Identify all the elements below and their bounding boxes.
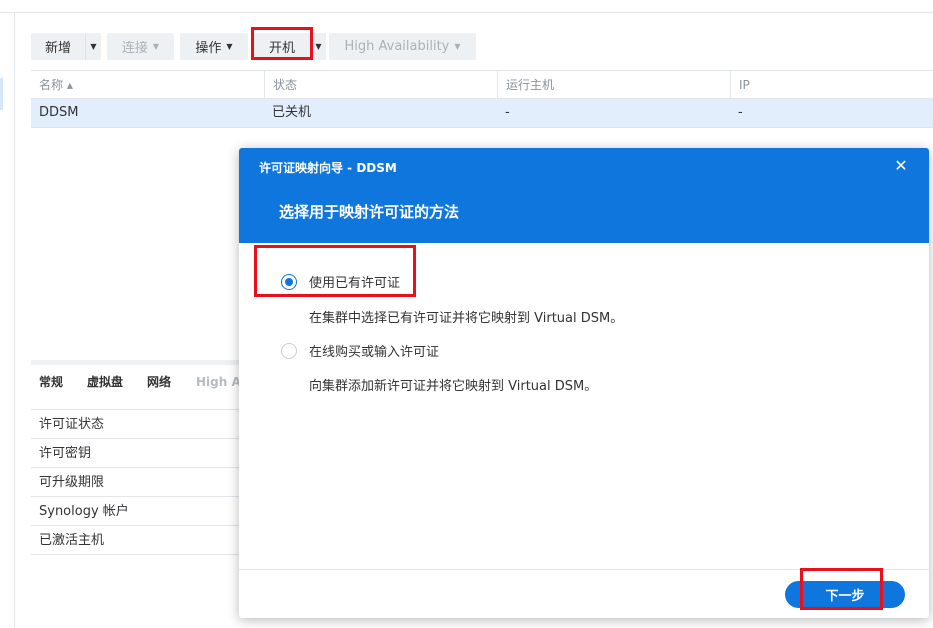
dialog-subtitle: 选择用于映射许可证的方法 — [279, 203, 460, 221]
column-header-status[interactable]: 状态 — [264, 71, 497, 99]
vm-host-cell: - — [505, 105, 510, 120]
dialog-title: 许可证映射向导 - DDSM — [259, 161, 397, 175]
tab-virtual-disk[interactable]: 虚拟盘 — [87, 366, 123, 398]
option-description: 在集群中选择已有许可证并将它映射到 Virtual DSM。 — [309, 311, 624, 326]
vm-grid-header: 名称 ▴ 状态 运行主机 IP — [31, 70, 933, 99]
detail-row-activated-host: 已激活主机 — [31, 525, 241, 554]
detail-row-license-status: 许可证状态 — [31, 409, 241, 438]
caret-down-icon: ▼ — [90, 42, 97, 51]
connect-button-label: 连接 — [121, 41, 148, 56]
action-button[interactable]: 操作 ▼ — [180, 33, 248, 60]
caret-down-icon: ▼ — [315, 42, 322, 51]
close-icon[interactable]: ✕ — [891, 156, 911, 176]
detail-tabs: 常规 虚拟盘 网络 High A — [31, 366, 241, 398]
next-button-highlight-box — [800, 568, 883, 610]
detail-bottom-divider — [31, 554, 241, 555]
high-availability-button[interactable]: High Availability ▼ — [329, 33, 476, 60]
caret-down-icon: ▼ — [226, 42, 233, 51]
radio-unchecked-icon[interactable] — [281, 342, 297, 359]
tab-high-availability[interactable]: High A — [196, 366, 241, 398]
dialog-header: 许可证映射向导 - DDSM ✕ 选择用于映射许可证的方法 — [239, 148, 929, 243]
vm-status-cell: 已关机 — [272, 105, 312, 120]
left-nav-selected-indicator — [0, 78, 3, 110]
license-mapping-wizard-dialog: 许可证映射向导 - DDSM ✕ 选择用于映射许可证的方法 使用已有许可证 在集… — [239, 148, 929, 618]
detail-splitter[interactable] — [31, 360, 241, 365]
detail-row-synology-account: Synology 帐户 — [31, 496, 241, 525]
option-buy-or-enter-license[interactable]: 在线购买或输入许可证 — [281, 341, 439, 360]
column-header-name[interactable]: 名称 ▴ — [31, 71, 264, 99]
caret-down-icon: ▼ — [454, 42, 461, 51]
detail-row-upgrade-period: 可升级期限 — [31, 467, 241, 496]
detail-row-license-key: 许可密钥 — [31, 438, 241, 467]
option-label: 在线购买或输入许可证 — [309, 345, 440, 360]
vm-name-cell: DDSM — [39, 105, 79, 120]
column-header-ip[interactable]: IP — [730, 71, 933, 99]
existing-license-highlight-box — [254, 245, 416, 297]
column-header-host[interactable]: 运行主机 — [497, 71, 730, 99]
connect-button[interactable]: 连接 ▼ — [107, 33, 174, 60]
tab-network[interactable]: 网络 — [147, 366, 171, 398]
left-panel-divider — [14, 12, 15, 628]
option-description: 向集群添加新许可证并将它映射到 Virtual DSM。 — [309, 379, 598, 394]
vm-ip-cell: - — [738, 105, 743, 120]
table-row[interactable]: DDSM 已关机 - - — [31, 99, 933, 128]
high-availability-button-label: High Availability — [344, 39, 450, 54]
caret-down-icon: ▼ — [152, 42, 160, 51]
create-button-label: 新增 — [44, 41, 71, 56]
top-divider — [0, 12, 933, 13]
tab-general[interactable]: 常规 — [39, 366, 63, 398]
power-on-highlight-box — [251, 27, 313, 60]
action-button-label: 操作 — [195, 41, 222, 56]
create-dropdown-button[interactable]: ▼ — [85, 33, 101, 60]
create-button[interactable]: 新增 — [31, 33, 85, 60]
